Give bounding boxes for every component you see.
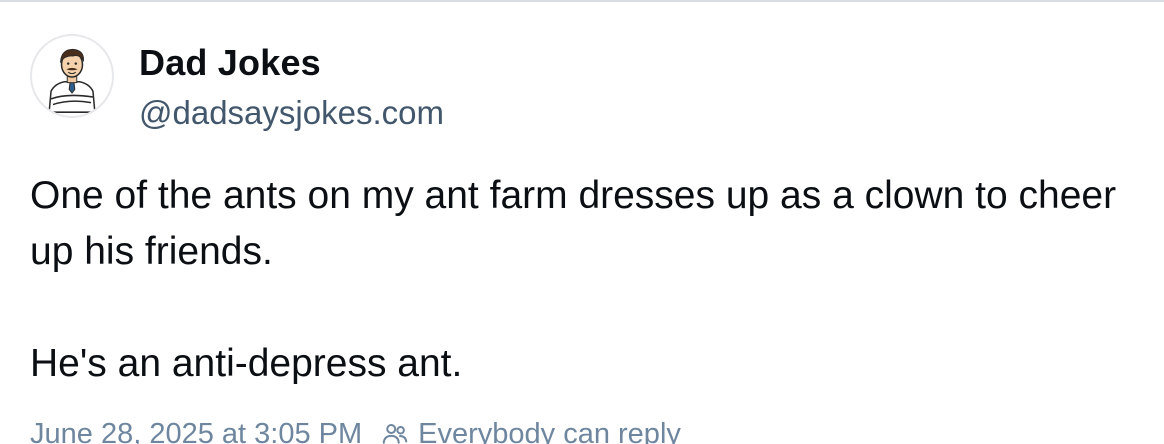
post-meta: June 28, 2025 at 3:05 PM Everybody can r… [30,414,681,444]
post-text: One of the ants on my ant farm dresses u… [30,168,1140,392]
reply-setting-label: Everybody can reply [418,417,681,444]
post-text-line: One of the ants on my ant farm dresses u… [30,174,1117,273]
author-display-name[interactable]: Dad Jokes [139,42,321,84]
post-timestamp[interactable]: June 28, 2025 at 3:05 PM [30,418,362,444]
people-icon [380,419,410,444]
author-handle[interactable]: @dadsaysjokes.com [139,94,444,132]
avatar[interactable] [30,34,114,118]
reply-setting: Everybody can reply [380,418,681,444]
cartoon-man-avatar-icon [48,48,96,113]
post-card: Dad Jokes @dadsaysjokes.com One of the a… [0,0,1164,444]
post-text-line: He's an anti-depress ant. [30,342,463,385]
